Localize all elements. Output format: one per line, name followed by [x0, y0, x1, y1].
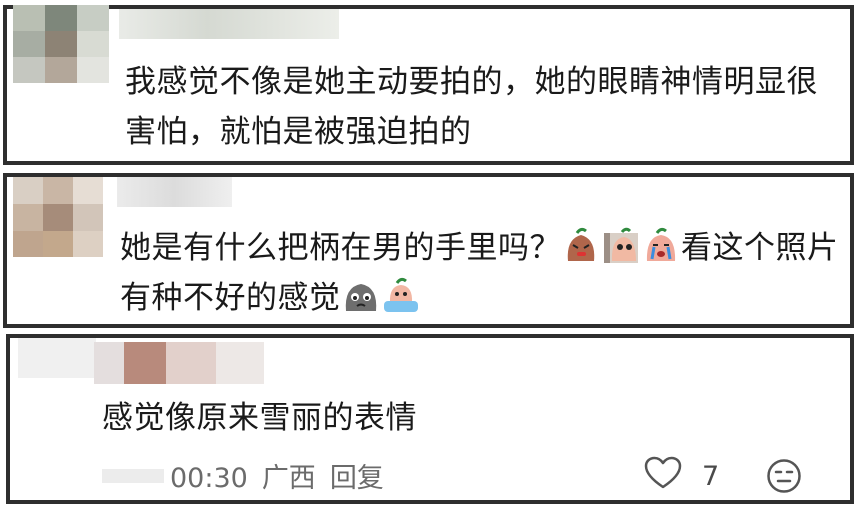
comment-time: 00:30 — [170, 463, 248, 494]
heart-outline-icon[interactable] — [644, 456, 682, 497]
comment-card: 她是有什么把柄在男的手里吗？ 看这个照片有种不好的感觉 — [3, 173, 854, 328]
comment-text: 我感觉不像是她主动要拍的，她的眼睛神情明显很害怕，就怕是被强迫拍的 — [125, 64, 818, 150]
username-blurred[interactable] — [119, 9, 339, 39]
avatar[interactable] — [18, 338, 96, 378]
bathing-face-emoji — [382, 277, 420, 315]
neutral-face-icon[interactable] — [766, 458, 802, 498]
angry-face-emoji — [562, 227, 600, 265]
like-count: 7 — [702, 461, 720, 492]
comment-location: 广西 — [261, 463, 316, 494]
avatar[interactable] — [13, 177, 103, 257]
comment-text-part: 她是有什么把柄在男的手里吗？ — [120, 230, 561, 266]
comment-meta: 00:30 广西 回复 — [102, 456, 398, 495]
crying-face-emoji — [642, 227, 680, 265]
comment-text: 感觉像原来雪丽的表情 — [102, 400, 417, 436]
username-blurred[interactable] — [94, 342, 264, 384]
gray-blob-emoji — [342, 277, 380, 315]
comment-text: 她是有什么把柄在男的手里吗？ 看这个照片有种不好的感觉 — [120, 223, 845, 323]
avatar[interactable] — [13, 5, 109, 83]
peeking-face-emoji — [602, 227, 640, 265]
comment-card: 感觉像原来雪丽的表情 00:30 广西 回复 7 — [6, 334, 854, 504]
like-button[interactable]: 7 — [644, 456, 719, 497]
username-blurred[interactable] — [117, 177, 232, 207]
reply-button[interactable]: 回复 — [330, 463, 384, 494]
date-blurred — [102, 469, 164, 483]
comment-card: 我感觉不像是她主动要拍的，她的眼睛神情明显很害怕，就怕是被强迫拍的 — [3, 5, 854, 165]
